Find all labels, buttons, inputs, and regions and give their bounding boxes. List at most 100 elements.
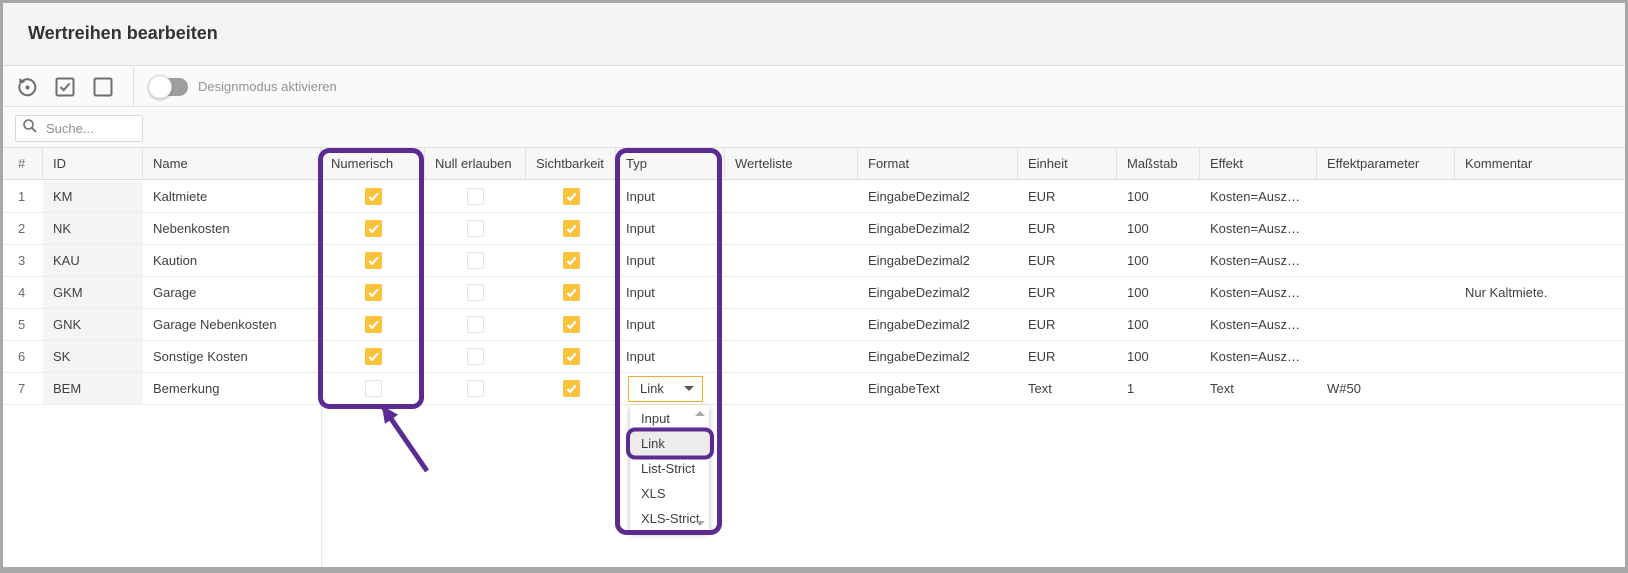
cell-effekt[interactable]: Kosten=Ausz… <box>1200 277 1317 308</box>
cell-massstab[interactable]: 100 <box>1117 277 1200 308</box>
cell-format[interactable]: EingabeText <box>858 373 1018 404</box>
checkbox-numerisch-unchecked[interactable] <box>365 380 382 397</box>
column-header-null_erlauben[interactable]: Null erlauben <box>425 148 526 179</box>
cell-name[interactable]: Sonstige Kosten <box>143 341 321 372</box>
cell-massstab[interactable]: 100 <box>1117 309 1200 340</box>
checkbox-numerisch-checked[interactable] <box>365 316 382 333</box>
dropdown-option-list-strict[interactable]: List-Strict <box>630 456 709 481</box>
cell-effektparameter[interactable]: W#50 <box>1317 373 1455 404</box>
column-header-effekt[interactable]: Effekt <box>1200 148 1317 179</box>
cell-effektparameter[interactable] <box>1317 245 1455 276</box>
cell-kommentar[interactable] <box>1455 309 1628 340</box>
checkbox-sichtbarkeit-checked[interactable] <box>563 188 580 205</box>
dropdown-option-link[interactable]: Link <box>630 431 709 456</box>
dropdown-option-xls-strict[interactable]: XLS-Strict <box>630 506 709 531</box>
checkbox-numerisch-checked[interactable] <box>365 284 382 301</box>
cell-effektparameter[interactable] <box>1317 341 1455 372</box>
cell-typ[interactable]: Input <box>616 181 725 212</box>
designmode-toggle[interactable] <box>148 75 188 99</box>
cell-format[interactable]: EingabeDezimal2 <box>858 245 1018 276</box>
cell-typ[interactable]: Input <box>616 309 725 340</box>
cell-werteliste[interactable] <box>725 213 858 244</box>
cell-effekt[interactable]: Text <box>1200 373 1317 404</box>
cell-name[interactable]: Garage Nebenkosten <box>143 309 321 340</box>
cell-id[interactable]: KAU <box>43 245 143 276</box>
checkbox-null_erlauben-unchecked[interactable] <box>467 348 484 365</box>
cell-typ[interactable]: Input <box>616 341 725 372</box>
cell-id[interactable]: KM <box>43 181 143 212</box>
cell-kommentar[interactable] <box>1455 245 1628 276</box>
checkbox-numerisch-checked[interactable] <box>365 252 382 269</box>
cell-format[interactable]: EingabeDezimal2 <box>858 213 1018 244</box>
cell-typ[interactable]: Input <box>616 277 725 308</box>
cell-massstab[interactable]: 100 <box>1117 341 1200 372</box>
cell-format[interactable]: EingabeDezimal2 <box>858 309 1018 340</box>
checkbox-null_erlauben-unchecked[interactable] <box>467 284 484 301</box>
checkbox-null_erlauben-unchecked[interactable] <box>467 188 484 205</box>
cell-id[interactable]: GKM <box>43 277 143 308</box>
column-header-werteliste[interactable]: Werteliste <box>725 148 858 179</box>
cell-format[interactable]: EingabeDezimal2 <box>858 277 1018 308</box>
cell-name[interactable]: Kaution <box>143 245 321 276</box>
column-header-effektparameter[interactable]: Effektparameter <box>1317 148 1455 179</box>
cell-einheit[interactable]: EUR <box>1018 181 1117 212</box>
typ-select[interactable]: Link <box>628 376 703 402</box>
cell-einheit[interactable]: EUR <box>1018 309 1117 340</box>
checkbox-sichtbarkeit-checked[interactable] <box>563 284 580 301</box>
column-header-format[interactable]: Format <box>858 148 1018 179</box>
column-header-kommentar[interactable]: Kommentar <box>1455 148 1628 179</box>
cell-massstab[interactable]: 100 <box>1117 213 1200 244</box>
cell-werteliste[interactable] <box>725 245 858 276</box>
cell-kommentar[interactable] <box>1455 373 1628 404</box>
checkbox-null_erlauben-unchecked[interactable] <box>467 380 484 397</box>
cell-id[interactable]: GNK <box>43 309 143 340</box>
cell-einheit[interactable]: EUR <box>1018 341 1117 372</box>
cell-effektparameter[interactable] <box>1317 181 1455 212</box>
cell-werteliste[interactable] <box>725 181 858 212</box>
cell-typ[interactable]: Input <box>616 213 725 244</box>
checkbox-sichtbarkeit-checked[interactable] <box>563 220 580 237</box>
cell-werteliste[interactable] <box>725 309 858 340</box>
cell-effekt[interactable]: Kosten=Ausz… <box>1200 213 1317 244</box>
cell-typ[interactable]: Input <box>616 245 725 276</box>
cell-effekt[interactable]: Kosten=Ausz… <box>1200 245 1317 276</box>
checkbox-sichtbarkeit-checked[interactable] <box>563 380 580 397</box>
select-all-button[interactable] <box>53 75 77 99</box>
cell-name[interactable]: Kaltmiete <box>143 181 321 212</box>
cell-name[interactable]: Garage <box>143 277 321 308</box>
cell-effekt[interactable]: Kosten=Ausz… <box>1200 341 1317 372</box>
cell-effektparameter[interactable] <box>1317 277 1455 308</box>
cell-werteliste[interactable] <box>725 277 858 308</box>
deselect-all-button[interactable] <box>91 75 115 99</box>
cell-einheit[interactable]: Text <box>1018 373 1117 404</box>
cell-effekt[interactable]: Kosten=Ausz… <box>1200 309 1317 340</box>
cell-kommentar[interactable]: Nur Kaltmiete. <box>1455 277 1628 308</box>
cell-massstab[interactable]: 100 <box>1117 181 1200 212</box>
column-header-num[interactable]: # <box>3 148 43 179</box>
column-header-name[interactable]: Name <box>143 148 321 179</box>
cell-kommentar[interactable] <box>1455 181 1628 212</box>
checkbox-numerisch-checked[interactable] <box>365 348 382 365</box>
column-header-numerisch[interactable]: Numerisch <box>321 148 425 179</box>
checkbox-sichtbarkeit-checked[interactable] <box>563 316 580 333</box>
checkbox-numerisch-checked[interactable] <box>365 220 382 237</box>
cell-effektparameter[interactable] <box>1317 213 1455 244</box>
column-header-sichtbarkeit[interactable]: Sichtbarkeit <box>526 148 616 179</box>
dropdown-scroll-down-icon[interactable] <box>695 521 705 526</box>
column-header-typ[interactable]: Typ <box>616 148 725 179</box>
cell-effektparameter[interactable] <box>1317 309 1455 340</box>
checkbox-null_erlauben-unchecked[interactable] <box>467 252 484 269</box>
cell-name[interactable]: Nebenkosten <box>143 213 321 244</box>
cell-id[interactable]: SK <box>43 341 143 372</box>
checkbox-sichtbarkeit-checked[interactable] <box>563 348 580 365</box>
cell-effekt[interactable]: Kosten=Ausz… <box>1200 181 1317 212</box>
checkbox-numerisch-checked[interactable] <box>365 188 382 205</box>
cell-format[interactable]: EingabeDezimal2 <box>858 181 1018 212</box>
dropdown-option-xls[interactable]: XLS <box>630 481 709 506</box>
checkbox-null_erlauben-unchecked[interactable] <box>467 316 484 333</box>
cell-kommentar[interactable] <box>1455 213 1628 244</box>
cell-id[interactable]: BEM <box>43 373 143 404</box>
cell-id[interactable]: NK <box>43 213 143 244</box>
search-box[interactable] <box>15 115 143 142</box>
cell-einheit[interactable]: EUR <box>1018 277 1117 308</box>
